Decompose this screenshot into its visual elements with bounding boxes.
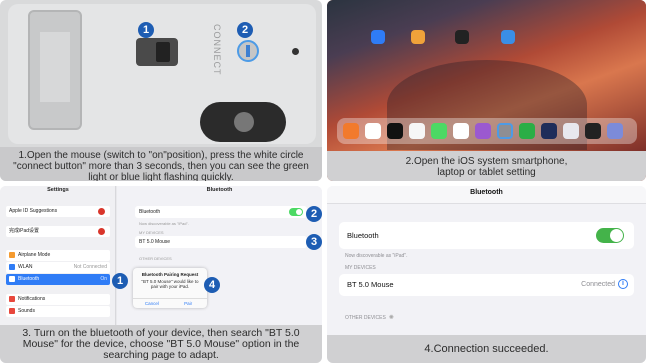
sidebar-item-bluetooth[interactable]: Bluetooth On [6, 274, 110, 285]
dialog-body: "BT 5.0 Mouse" would like to pair with y… [141, 279, 199, 289]
airplane-icon [9, 251, 15, 258]
books-icon[interactable] [411, 30, 425, 44]
mail-icon[interactable] [501, 30, 515, 44]
step-badge-1: 2 [306, 206, 322, 222]
sidebar-item-label: Notifications [18, 296, 46, 302]
stocks-icon[interactable] [455, 30, 469, 44]
tv-icon[interactable] [387, 123, 403, 139]
wlan-status: Not Connected [73, 264, 107, 270]
step-badge-2: 2 [237, 22, 253, 38]
sidebar-item-notifications[interactable]: Notifications [6, 294, 110, 305]
notification-badge [98, 228, 105, 235]
wechat-icon[interactable] [519, 123, 535, 139]
dialog-title: Bluetooth Pairing Request [141, 272, 199, 277]
step3-panel: Settings Apple ID Suggestions 完成iPad设置 A… [0, 186, 322, 363]
discoverable-text: Now discoverable as "iPad". [139, 221, 189, 226]
sidebar-item-label: Bluetooth [18, 276, 40, 282]
bluetooth-toggle[interactable] [289, 208, 303, 216]
notifications-icon [9, 295, 15, 302]
sidebar-item-airplane[interactable]: Airplane Mode [6, 250, 110, 261]
sidebar-item-sounds[interactable]: Sounds [6, 306, 110, 317]
optical-sensor [200, 102, 286, 142]
wifi-icon [9, 263, 15, 270]
step2-caption-line1: 2.Open the iOS system smartphone, [405, 156, 568, 167]
step3-caption: 3. Turn on the bluetooth of your device,… [0, 325, 322, 363]
sidebar-item-label: 完成iPad设置 [9, 228, 40, 234]
bluetooth-label: Bluetooth [139, 209, 161, 215]
bluetooth-icon [9, 275, 15, 282]
bluetooth-toggle[interactable] [596, 228, 624, 243]
device-row[interactable]: BT 5.0 Mouse Connected i [339, 274, 634, 296]
step-badge-1b: 1 [112, 273, 128, 289]
pair-button[interactable]: Pair [170, 299, 206, 309]
step1-caption: 1.Open the mouse (switch to "on"position… [0, 147, 322, 181]
sidebar-item-label: Sounds [18, 308, 35, 314]
battery-compartment [28, 10, 82, 130]
spinner-icon: ✺ [388, 315, 394, 321]
step4-panel: Bluetooth Bluetooth Now discoverable as … [327, 186, 646, 363]
settings-sidebar: Settings Apple ID Suggestions 完成iPad设置 A… [0, 186, 116, 325]
device-name: BT 5.0 Mouse [347, 280, 394, 289]
messages-icon[interactable] [431, 123, 447, 139]
bluetooth-label: Bluetooth [347, 231, 379, 240]
app-icon[interactable] [541, 123, 557, 139]
starred-app-icon[interactable] [475, 123, 491, 139]
step2-caption-line2: laptop or tablet setting [437, 167, 536, 178]
step1-panel: CONNECT 1 2 1.Open the mouse (switch to … [0, 0, 322, 181]
pairing-request-dialog: Bluetooth Pairing Request "BT 5.0 Mouse"… [133, 268, 207, 308]
step-badge-3: 3 [306, 234, 322, 250]
step2-caption: 2.Open the iOS system smartphone, laptop… [327, 151, 646, 181]
dock [337, 118, 637, 144]
stocks-dock-icon[interactable] [585, 123, 601, 139]
appstore-icon[interactable] [371, 30, 385, 44]
device-name: BT 5.0 Mouse [139, 239, 171, 245]
info-icon[interactable]: i [618, 279, 628, 290]
connect-engraving: CONNECT [212, 24, 222, 76]
step4-caption: 4.Connection succeeded. [327, 335, 646, 363]
sidebar-item-label: Airplane Mode [18, 252, 51, 258]
settings-title: Settings [47, 187, 69, 193]
sidebar-item-ipad-setup[interactable]: 完成iPad设置 [6, 226, 110, 237]
other-devices-group: OTHER DEVICES ✺ [345, 314, 394, 321]
device-status-group: Connected i [581, 274, 628, 296]
indicator-light [292, 48, 299, 55]
other-devices-header: OTHER DEVICES [139, 256, 172, 261]
k-app-icon[interactable] [563, 123, 579, 139]
device-status: Connected [581, 281, 615, 288]
dialog-buttons: Cancel Pair [133, 298, 207, 308]
sidebar-item-label: Apple ID Suggestions [9, 208, 58, 214]
settings-gear-icon[interactable] [497, 123, 513, 139]
step-badge-4: 4 [204, 277, 220, 293]
other-devices-header: OTHER DEVICES [345, 315, 386, 321]
home-app-icon[interactable] [343, 123, 359, 139]
cancel-button[interactable]: Cancel [134, 299, 170, 309]
bluetooth-page-title: Bluetooth [327, 186, 646, 204]
sidebar-item-label: WLAN [18, 264, 33, 270]
reminders-icon[interactable] [453, 123, 469, 139]
app-library-icon[interactable] [607, 123, 623, 139]
device-row[interactable]: BT 5.0 Mouse [135, 236, 307, 248]
calendar-icon[interactable] [409, 123, 425, 139]
sidebar-item-apple-id[interactable]: Apple ID Suggestions [6, 206, 110, 217]
sidebar-item-wlan[interactable]: WLAN Not Connected [6, 262, 110, 273]
sounds-icon [9, 307, 15, 314]
my-devices-header: MY DEVICES [345, 265, 376, 271]
notification-badge [98, 208, 105, 215]
bluetooth-status: On [100, 276, 107, 282]
my-devices-header: MY DEVICES [139, 230, 164, 235]
mouse-underside: CONNECT [8, 4, 316, 144]
step-badge-1: 1 [138, 22, 154, 38]
bluetooth-toggle-row: Bluetooth [339, 222, 634, 249]
bluetooth-toggle-row: Bluetooth [135, 206, 307, 218]
step2-panel: 2.Open the iOS system smartphone, laptop… [327, 0, 646, 181]
photos-icon[interactable] [365, 123, 381, 139]
power-switch[interactable] [136, 38, 178, 66]
connect-button[interactable] [237, 40, 259, 62]
bluetooth-page-title: Bluetooth [206, 187, 233, 193]
discoverable-text: Now discoverable as "iPad". [345, 253, 408, 259]
